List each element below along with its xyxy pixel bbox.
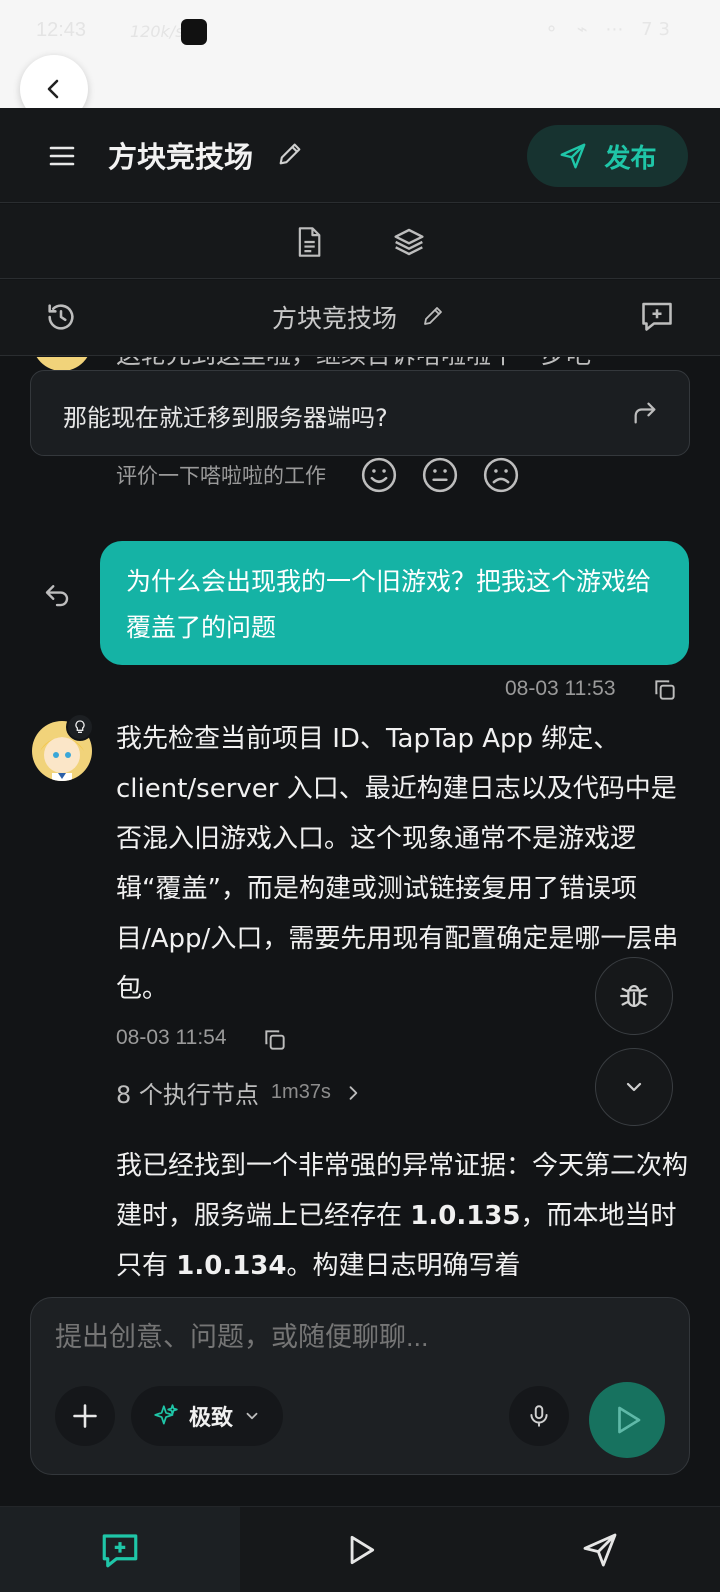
new-chat-icon bbox=[102, 1534, 138, 1568]
send-icon bbox=[561, 143, 586, 169]
play-icon bbox=[618, 1406, 641, 1434]
mode-label: 极致 bbox=[188, 1406, 233, 1431]
chevron-right-icon bbox=[349, 1085, 358, 1100]
user-message-time: 08-03 11:53 bbox=[505, 677, 616, 700]
execution-nodes-label: 8 个执行节点 bbox=[116, 1081, 259, 1109]
status-icons: ⚬ ⌁ ⋯ 73 bbox=[544, 19, 676, 40]
publish-button[interactable]: 发布 bbox=[527, 125, 688, 187]
bulb-icon bbox=[75, 720, 85, 733]
history-button[interactable] bbox=[44, 300, 78, 338]
status-bar: 12:43 120k/s ⚬ ⌁ ⋯ 73 bbox=[0, 0, 720, 108]
chat-title: 方块竞技场 bbox=[272, 304, 398, 333]
scroll-down-button[interactable] bbox=[595, 1048, 673, 1126]
add-button[interactable] bbox=[55, 1386, 115, 1446]
forward-icon bbox=[631, 399, 659, 431]
bulb-badge bbox=[66, 713, 94, 741]
assistant-avatar bbox=[32, 357, 92, 371]
message-input[interactable] bbox=[55, 1322, 655, 1353]
pencil-icon bbox=[279, 143, 301, 165]
neutral-icon[interactable] bbox=[421, 456, 459, 494]
play-icon bbox=[350, 1535, 375, 1565]
send-icon bbox=[583, 1533, 617, 1567]
feedback-row: 评价一下嗒啦啦的工作 bbox=[116, 453, 543, 497]
frown-icon[interactable] bbox=[482, 456, 520, 494]
message-part: 。构建日志明确写着 bbox=[286, 1251, 521, 1279]
edit-title-button[interactable] bbox=[276, 140, 304, 172]
send-button[interactable] bbox=[589, 1382, 665, 1458]
mode-selector[interactable]: 极致 bbox=[131, 1386, 283, 1446]
plus-icon bbox=[73, 1404, 97, 1428]
history-icon bbox=[48, 304, 74, 330]
feedback-label: 评价一下嗒啦啦的工作 bbox=[116, 464, 326, 488]
debug-button[interactable] bbox=[595, 957, 673, 1035]
status-time: 12:43 bbox=[36, 19, 87, 41]
suggestion-chip[interactable]: 那能现在就迁移到服务器端吗? bbox=[30, 370, 690, 456]
copy-button[interactable] bbox=[262, 1027, 288, 1057]
menu-icon bbox=[49, 146, 75, 166]
voice-button[interactable] bbox=[509, 1386, 569, 1446]
menu-button[interactable] bbox=[44, 138, 80, 174]
copy-icon bbox=[655, 680, 675, 700]
user-message-bubble: 为什么会出现我的一个旧游戏？把我这个游戏给覆盖了的问题 bbox=[100, 541, 689, 665]
battery-level: 73 bbox=[641, 19, 676, 40]
retry-button[interactable] bbox=[42, 580, 72, 614]
document-button[interactable] bbox=[291, 224, 327, 260]
new-chat-button[interactable] bbox=[639, 298, 675, 338]
edit-chat-title-button[interactable] bbox=[421, 304, 445, 332]
version-new: 1.0.135 bbox=[410, 1201, 521, 1231]
app-header: 方块竞技场 发布 bbox=[0, 108, 720, 203]
assistant-message-time: 08-03 11:54 bbox=[116, 1026, 227, 1049]
chevron-down-icon bbox=[626, 1082, 642, 1092]
tool-row bbox=[0, 204, 720, 279]
project-title: 方块竞技场 bbox=[108, 140, 254, 174]
nav-chat[interactable] bbox=[0, 1507, 240, 1592]
copy-button[interactable] bbox=[652, 677, 678, 707]
chevron-left-icon bbox=[47, 79, 59, 99]
retry-icon bbox=[45, 585, 69, 607]
execution-nodes-toggle[interactable]: 8 个执行节点 1m37s bbox=[116, 1075, 363, 1110]
status-speed: 120k/s bbox=[130, 22, 184, 41]
mic-icon bbox=[530, 1405, 548, 1427]
sparkle-icon bbox=[154, 1404, 178, 1425]
smile-icon[interactable] bbox=[360, 456, 398, 494]
assistant-message-text-2: 我已经找到一个非常强的异常证据：今天第二次构建时，服务端上已经存在 1.0.13… bbox=[116, 1141, 696, 1279]
chat-header: 方块竞技场 bbox=[0, 280, 720, 356]
new-chat-icon bbox=[642, 302, 672, 331]
execution-duration: 1m37s bbox=[270, 1081, 331, 1103]
pencil-icon bbox=[424, 307, 442, 325]
copy-icon bbox=[265, 1030, 285, 1050]
nav-preview[interactable] bbox=[240, 1507, 480, 1592]
document-icon bbox=[298, 227, 321, 257]
chevron-down-icon bbox=[246, 1412, 258, 1420]
publish-label: 发布 bbox=[604, 143, 657, 174]
previous-message-cutoff: 这轮先到这里啦，继续告诉嗒啦啦下一步吧 bbox=[116, 357, 591, 371]
message-list[interactable]: 这轮先到这里啦，继续告诉嗒啦啦下一步吧 那能现在就迁移到服务器端吗? 评价一下嗒… bbox=[0, 357, 720, 1279]
tiktok-icon bbox=[181, 19, 207, 45]
composer: 极致 bbox=[30, 1297, 690, 1475]
bug-icon bbox=[620, 984, 648, 1008]
layers-button[interactable] bbox=[391, 224, 427, 260]
version-old: 1.0.134 bbox=[176, 1251, 287, 1279]
nav-publish[interactable] bbox=[480, 1507, 720, 1592]
user-message-text: 为什么会出现我的一个旧游戏？把我这个游戏给覆盖了的问题 bbox=[126, 567, 652, 642]
layers-icon bbox=[394, 228, 424, 256]
bottom-nav bbox=[0, 1506, 720, 1592]
suggestion-text: 那能现在就迁移到服务器端吗? bbox=[63, 404, 388, 432]
